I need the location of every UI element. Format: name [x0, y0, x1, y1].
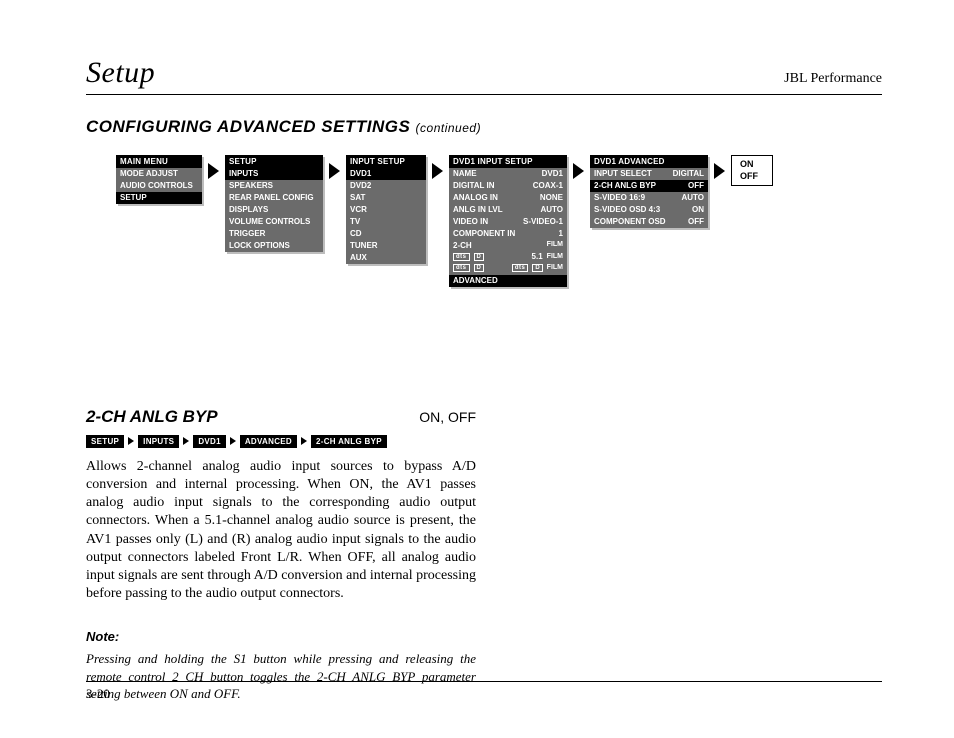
- dolby-icon: D: [474, 253, 484, 261]
- menu-item: DIGITAL INCOAX-1: [449, 180, 567, 192]
- menu-header: MAIN MENU: [116, 155, 202, 168]
- dts-icon: dts: [453, 264, 470, 272]
- dts-icon: dts: [512, 264, 529, 272]
- note-label: Note:: [86, 629, 476, 644]
- onoff-box: ON OFF: [731, 155, 773, 186]
- menu-item: MODE ADJUST: [116, 168, 202, 180]
- section-title-continued: (continued): [416, 121, 482, 135]
- menu-item: VOLUME CONTROLS: [225, 216, 323, 228]
- menu-item-selected: ADVANCED: [449, 275, 567, 287]
- dolby-icon: D: [474, 264, 484, 272]
- param-heading: 2-CH ANLG BYP ON, OFF: [86, 407, 476, 427]
- menu-item: INPUT SELECTDIGITAL: [590, 168, 708, 180]
- menu-dvd1-advanced: DVD1 ADVANCED INPUT SELECTDIGITAL 2-CH A…: [590, 155, 708, 228]
- footer-rule: [86, 681, 882, 682]
- onoff-off: OFF: [740, 171, 758, 183]
- menu-item: AUX: [346, 252, 426, 264]
- runhead-right: JBL Performance: [784, 71, 882, 87]
- menu-item: AUDIO CONTROLS: [116, 180, 202, 192]
- menu-main: MAIN MENU MODE ADJUST AUDIO CONTROLS SET…: [116, 155, 202, 204]
- menu-item-selected: DVD1: [346, 168, 426, 180]
- param-name: 2-CH ANLG BYP: [86, 407, 218, 427]
- menu-item: VIDEO INS-VIDEO-1: [449, 216, 567, 228]
- menu-item: TUNER: [346, 240, 426, 252]
- page-number: 3-20: [86, 686, 110, 702]
- menu-item: 2-CHFILM: [449, 240, 567, 252]
- arrow-right-icon: [230, 437, 236, 445]
- arrow-right-icon: [183, 437, 189, 445]
- note-text: Pressing and holding the S1 button while…: [86, 650, 476, 703]
- running-head: Setup JBL Performance: [86, 56, 882, 90]
- menu-header: SETUP: [225, 155, 323, 168]
- menu-item: DISPLAYS: [225, 204, 323, 216]
- arrow-right-icon: [208, 163, 219, 179]
- menu-item: SAT: [346, 192, 426, 204]
- menu-item-selected: INPUTS: [225, 168, 323, 180]
- menu-item: ANLG IN LVLAUTO: [449, 204, 567, 216]
- path-chip: INPUTS: [138, 435, 179, 448]
- menu-header: DVD1 ADVANCED: [590, 155, 708, 168]
- menu-item: COMPONENT OSDOFF: [590, 216, 708, 228]
- menu-header: INPUT SETUP: [346, 155, 426, 168]
- menu-input-setup: INPUT SETUP DVD1 DVD2 SAT VCR TV CD TUNE…: [346, 155, 426, 264]
- param-values: ON, OFF: [419, 409, 476, 425]
- dts-icon: dts: [453, 253, 470, 261]
- menu-item: TV: [346, 216, 426, 228]
- arrow-right-icon: [128, 437, 134, 445]
- menu-item-audiomode: dts D 5.1 FILM: [449, 252, 567, 264]
- paragraph: Allows 2-channel analog audio input sour…: [86, 458, 476, 604]
- menu-item: COMPONENT IN1: [449, 228, 567, 240]
- path-chip: SETUP: [86, 435, 124, 448]
- menu-item: CD: [346, 228, 426, 240]
- menu-item-selected: 2-CH ANLG BYPOFF: [590, 180, 708, 192]
- menu-item: S-VIDEO OSD 4:3ON: [590, 204, 708, 216]
- runhead-left: Setup: [86, 56, 155, 90]
- arrow-right-icon: [329, 163, 340, 179]
- path-chip: DVD1: [193, 435, 226, 448]
- menu-header: DVD1 INPUT SETUP: [449, 155, 567, 168]
- menu-item: VCR: [346, 204, 426, 216]
- menu-path: SETUP INPUTS DVD1 ADVANCED 2-CH ANLG BYP: [86, 435, 476, 448]
- menu-item: REAR PANEL CONFIG: [225, 192, 323, 204]
- menu-item-selected: SETUP: [116, 192, 202, 204]
- menu-diagram: MAIN MENU MODE ADJUST AUDIO CONTROLS SET…: [116, 155, 882, 287]
- menu-item: TRIGGER: [225, 228, 323, 240]
- onoff-on: ON: [740, 159, 758, 171]
- menu-dvd1-input: DVD1 INPUT SETUP NAMEDVD1 DIGITAL INCOAX…: [449, 155, 567, 287]
- section-title: CONFIGURING ADVANCED SETTINGS (continued…: [86, 117, 882, 137]
- arrow-right-icon: [573, 163, 584, 179]
- menu-item: LOCK OPTIONS: [225, 240, 323, 252]
- menu-setup: SETUP INPUTS SPEAKERS REAR PANEL CONFIG …: [225, 155, 323, 252]
- menu-item-audiomode: dts D dts D FILM: [449, 264, 567, 275]
- menu-item: DVD2: [346, 180, 426, 192]
- menu-item: S-VIDEO 16:9AUTO: [590, 192, 708, 204]
- path-chip: 2-CH ANLG BYP: [311, 435, 387, 448]
- arrow-right-icon: [714, 163, 725, 179]
- section-title-text: CONFIGURING ADVANCED SETTINGS: [86, 117, 410, 136]
- path-chip: ADVANCED: [240, 435, 297, 448]
- body-column: 2-CH ANLG BYP ON, OFF SETUP INPUTS DVD1 …: [86, 407, 476, 703]
- arrow-right-icon: [301, 437, 307, 445]
- header-rule: [86, 94, 882, 95]
- dolby-icon: D: [532, 264, 542, 272]
- menu-item: NAMEDVD1: [449, 168, 567, 180]
- menu-item: ANALOG INNONE: [449, 192, 567, 204]
- menu-item: SPEAKERS: [225, 180, 323, 192]
- arrow-right-icon: [432, 163, 443, 179]
